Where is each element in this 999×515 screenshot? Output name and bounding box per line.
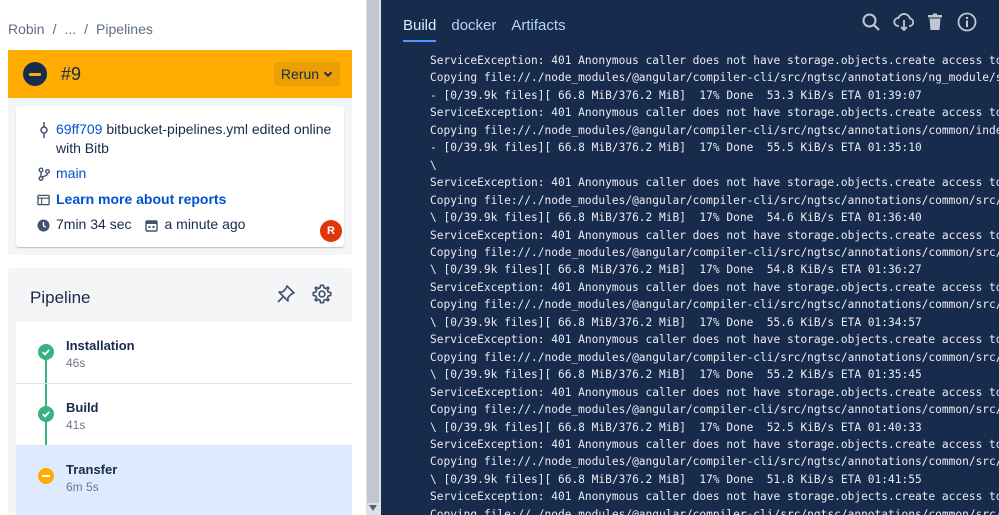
log-line: Copying file://./node_modules/@angular/c… xyxy=(430,71,999,85)
branch-link[interactable]: main xyxy=(56,164,86,183)
log-line: \ [0/39.9k files][ 66.8 MiB/376.2 MiB] 1… xyxy=(430,368,922,382)
tab-docker[interactable]: docker xyxy=(451,17,496,42)
log-line: ServiceException: 401 Anonymous caller d… xyxy=(430,333,999,347)
in-progress-icon xyxy=(23,62,47,86)
breadcrumb-robin[interactable]: Robin xyxy=(8,21,45,37)
commit-icon xyxy=(37,122,50,138)
breadcrumb: Robin /... / Pipelines xyxy=(8,21,153,37)
log-line: Copying file://./node_modules/@angular/c… xyxy=(430,455,999,469)
log-line: \ [0/39.9k files][ 66.8 MiB/376.2 MiB] 1… xyxy=(430,211,922,225)
tab-artifacts[interactable]: Artifacts xyxy=(511,17,565,42)
trash-icon[interactable] xyxy=(925,12,945,32)
reports-row: Learn more about reports xyxy=(37,190,226,209)
log-line: ServiceException: 401 Anonymous caller d… xyxy=(430,106,999,120)
scroll-down-arrow-icon[interactable] xyxy=(369,505,377,511)
success-check-icon xyxy=(38,344,54,360)
log-line: ServiceException: 401 Anonymous caller d… xyxy=(430,385,999,399)
build-status-bar: #9 Rerun xyxy=(8,50,352,98)
log-tabs: Build docker Artifacts xyxy=(403,17,566,42)
build-summary-card: 69ff709 bitbucket-pipelines.yml edited o… xyxy=(8,98,352,255)
log-line: \ [0/39.9k files][ 66.8 MiB/376.2 MiB] 1… xyxy=(430,420,922,434)
search-icon[interactable] xyxy=(861,12,881,32)
log-line: ServiceException: 401 Anonymous caller d… xyxy=(430,437,999,451)
download-icon[interactable] xyxy=(893,12,915,32)
log-line: \ [0/39.9k files][ 66.8 MiB/376.2 MiB] 1… xyxy=(430,315,922,329)
meta-row: 7min 34 sec a minute ago xyxy=(37,215,245,234)
rerun-label: Rerun xyxy=(280,66,320,82)
log-line: - [0/39.9k files][ 66.8 MiB/376.2 MiB] 1… xyxy=(430,141,922,155)
in-progress-icon xyxy=(38,468,54,484)
scrollbar-thumb[interactable] xyxy=(367,0,379,503)
gear-icon[interactable] xyxy=(311,283,333,305)
info-icon[interactable] xyxy=(957,12,977,32)
calendar-icon xyxy=(145,218,159,234)
learn-more-reports-link[interactable]: Learn more about reports xyxy=(56,190,226,209)
pipeline-card: Pipeline Installation 46s Build 41s Tran… xyxy=(8,268,352,515)
log-line: Copying file://./node_modules/@angular/c… xyxy=(430,403,999,417)
log-line: ServiceException: 401 Anonymous caller d… xyxy=(430,228,999,242)
clock-icon xyxy=(37,218,50,234)
log-line: Copying file://./node_modules/@angular/c… xyxy=(430,507,999,515)
log-line: Copying file://./node_modules/@angular/c… xyxy=(430,123,999,137)
pipeline-steps: Installation 46s Build 41s Transfer 6m 5… xyxy=(16,322,352,515)
reports-icon xyxy=(37,192,50,208)
log-line: Copying file://./node_modules/@angular/c… xyxy=(430,298,999,312)
step-name: Build xyxy=(66,400,99,415)
chevron-down-icon xyxy=(323,71,333,78)
build-number: #9 xyxy=(61,64,82,84)
commit-row: 69ff709 bitbucket-pipelines.yml edited o… xyxy=(37,120,337,158)
pin-icon[interactable] xyxy=(276,284,296,304)
rerun-button[interactable]: Rerun xyxy=(274,62,340,86)
step-duration: 46s xyxy=(66,356,86,370)
log-line: Copying file://./node_modules/@angular/c… xyxy=(430,245,999,259)
breadcrumb-ellipsis[interactable]: ... xyxy=(64,21,76,37)
breadcrumb-pipelines[interactable]: Pipelines xyxy=(96,21,153,37)
build-summary: 69ff709 bitbucket-pipelines.yml edited o… xyxy=(16,106,344,247)
log-line: Copying file://./node_modules/@angular/c… xyxy=(430,193,999,207)
commit-text: 69ff709 bitbucket-pipelines.yml edited o… xyxy=(56,120,337,158)
step-installation[interactable]: Installation 46s xyxy=(16,322,352,384)
step-duration: 6m 5s xyxy=(66,480,99,494)
step-name: Installation xyxy=(66,338,135,353)
log-panel: Build docker Artifacts ServiceException:… xyxy=(381,0,999,515)
breadcrumb-separator: / xyxy=(52,21,57,37)
breadcrumb-separator: / xyxy=(84,21,89,37)
time-ago: a minute ago xyxy=(164,216,246,232)
log-line: \ [0/39.9k files][ 66.8 MiB/376.2 MiB] 1… xyxy=(430,472,922,486)
log-line: ServiceException: 401 Anonymous caller d… xyxy=(430,54,999,67)
step-name: Transfer xyxy=(66,462,118,477)
success-check-icon xyxy=(38,406,54,422)
pipeline-title: Pipeline xyxy=(30,288,91,307)
log-line: ServiceException: 401 Anonymous caller d… xyxy=(430,280,999,294)
avatar[interactable]: R xyxy=(320,220,342,242)
branch-row: main xyxy=(37,164,86,183)
log-line: ServiceException: 401 Anonymous caller d… xyxy=(430,490,999,504)
step-build[interactable]: Build 41s xyxy=(16,384,352,446)
step-transfer[interactable]: Transfer 6m 5s xyxy=(16,446,352,515)
log-actions xyxy=(861,12,977,32)
log-line: Copying file://./node_modules/@angular/c… xyxy=(430,350,999,364)
duration: 7min 34 sec xyxy=(56,216,132,232)
build-log: ServiceException: 401 Anonymous caller d… xyxy=(430,52,999,515)
left-panel: Robin /... / Pipelines #9 Rerun 69ff709 bit… xyxy=(0,0,366,515)
step-duration: 41s xyxy=(66,418,86,432)
branch-icon xyxy=(37,166,50,182)
log-line: ServiceException: 401 Anonymous caller d… xyxy=(430,176,999,190)
log-line: \ [0/39.9k files][ 66.8 MiB/376.2 MiB] 1… xyxy=(430,263,922,277)
log-line: - [0/39.9k files][ 66.8 MiB/376.2 MiB] 1… xyxy=(430,88,922,102)
commit-hash-link[interactable]: 69ff709 xyxy=(56,121,102,137)
log-line: \ xyxy=(430,158,437,172)
tab-build[interactable]: Build xyxy=(403,17,437,42)
